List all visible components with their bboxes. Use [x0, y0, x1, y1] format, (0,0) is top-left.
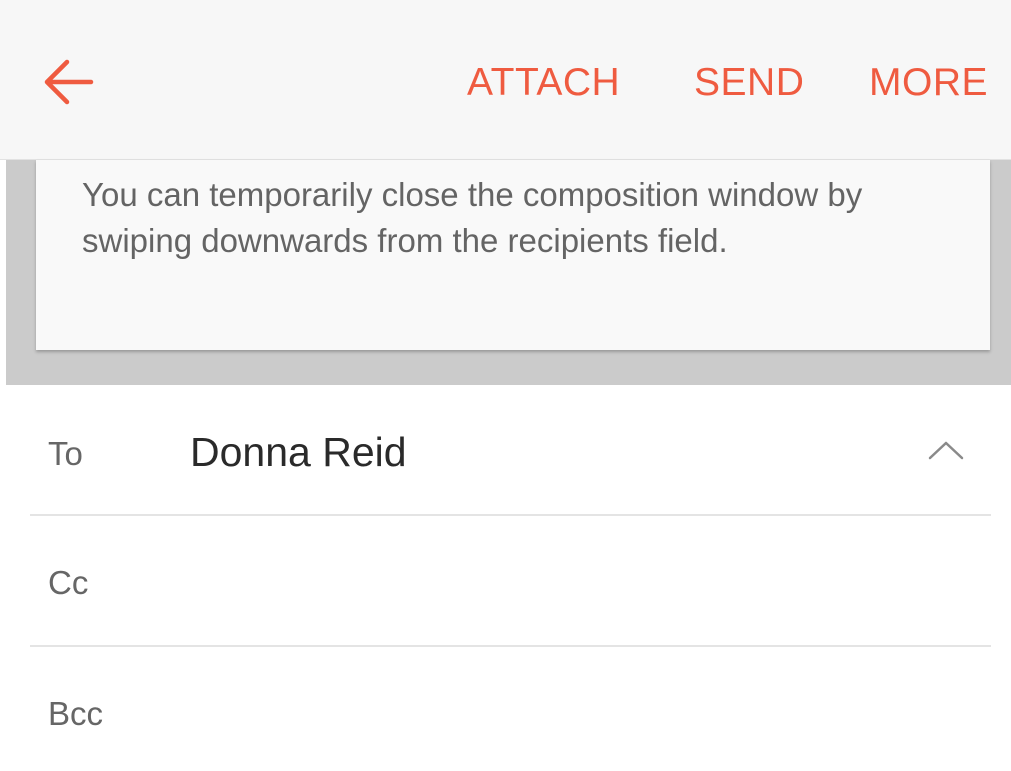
- back-button[interactable]: [28, 42, 108, 122]
- cc-label: Cc: [48, 564, 89, 601]
- arrow-left-icon: [44, 59, 94, 105]
- send-button[interactable]: SEND: [694, 54, 804, 112]
- attach-button[interactable]: ATTACH: [467, 54, 620, 112]
- bcc-input[interactable]: [160, 667, 920, 757]
- hint-card: You can temporarily close the compositio…: [36, 160, 990, 350]
- expand-recipients-button[interactable]: [921, 430, 971, 470]
- cc-input[interactable]: [160, 536, 920, 626]
- to-recipient[interactable]: Donna Reid: [190, 429, 407, 476]
- app-bar: ATTACH SEND MORE: [0, 0, 1011, 160]
- bcc-label: Bcc: [48, 695, 104, 732]
- compose-screen: ATTACH SEND MORE You can temporarily clo…: [0, 0, 1011, 771]
- to-field-row[interactable]: To Donna Reid: [30, 385, 991, 516]
- to-label: To: [48, 435, 83, 472]
- hint-band: You can temporarily close the compositio…: [6, 160, 1011, 385]
- hint-text: You can temporarily close the compositio…: [82, 176, 863, 259]
- chevron-up-icon: [928, 441, 964, 460]
- cc-field-row[interactable]: Cc: [30, 516, 991, 647]
- bcc-field-row[interactable]: Bcc: [30, 647, 991, 771]
- more-button[interactable]: MORE: [869, 54, 988, 112]
